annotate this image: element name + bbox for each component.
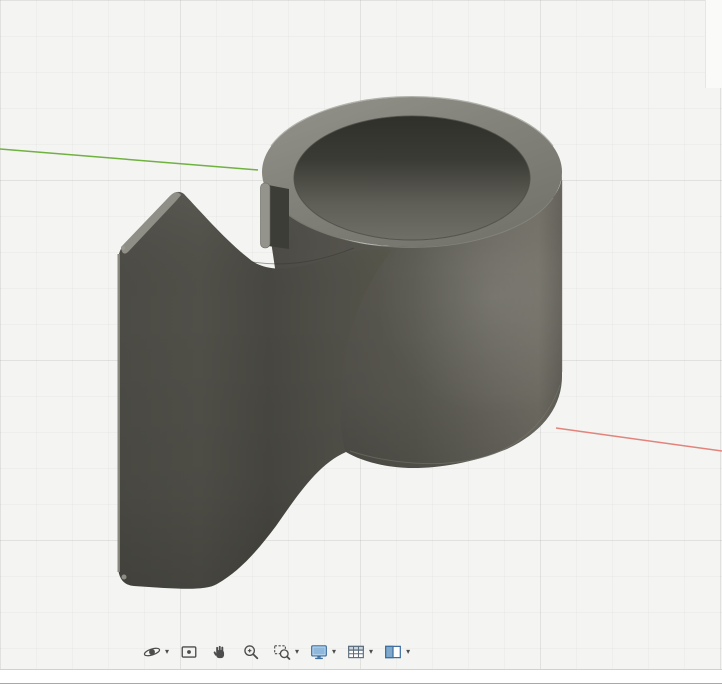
orbit-icon [143,643,161,661]
pan-tool-group [208,640,232,664]
zoom-window-dropdown-caret[interactable]: ▾ [294,640,300,664]
model-clip-body[interactable] [117,95,563,589]
grid-and-snaps-tool-group: ▾ [344,640,374,664]
zoom-icon [242,643,260,661]
viewport-scene [0,95,722,589]
view-navigation-toolbar: ▾ ▾ ▾ ▾ ▾ [140,640,411,664]
grid-icon [347,643,365,661]
orbit-button[interactable] [140,640,164,664]
zoom-button[interactable] [239,640,263,664]
axis-line-red [555,427,722,452]
display-settings-button[interactable] [307,640,331,664]
look-at-icon [180,643,198,661]
scrollbar-track[interactable] [705,0,722,88]
look-at-tool-group [177,640,201,664]
viewports-icon [384,643,402,661]
grid-and-snaps-dropdown-caret[interactable]: ▾ [368,640,374,664]
zoom-window-button[interactable] [270,640,294,664]
orbit-tool-group: ▾ [140,640,170,664]
viewports-button[interactable] [381,640,405,664]
zoom-window-icon [273,643,291,661]
model-inner-wall[interactable] [294,116,530,240]
display-settings-dropdown-caret[interactable]: ▾ [331,640,337,664]
zoom-window-tool-group: ▾ [270,640,300,664]
model-tab-corner-highlight [121,246,125,250]
viewports-tool-group: ▾ [381,640,411,664]
pan-icon [211,643,229,661]
model-tab-tip-highlight [121,574,127,580]
grid-and-snaps-button[interactable] [344,640,368,664]
model-slot-cut-face[interactable] [260,182,271,249]
model-slot-gap [268,185,289,249]
viewports-dropdown-caret[interactable]: ▾ [405,640,411,664]
axis-line-green [0,148,259,171]
pan-button[interactable] [208,640,232,664]
bottom-window-strip [0,669,722,684]
zoom-tool-group [239,640,263,664]
display-settings-tool-group: ▾ [307,640,337,664]
orbit-dropdown-caret[interactable]: ▾ [164,640,170,664]
model-tab-left-edge [117,254,120,572]
design-canvas[interactable] [0,0,722,684]
display-settings-icon [310,643,328,661]
look-at-button[interactable] [177,640,201,664]
